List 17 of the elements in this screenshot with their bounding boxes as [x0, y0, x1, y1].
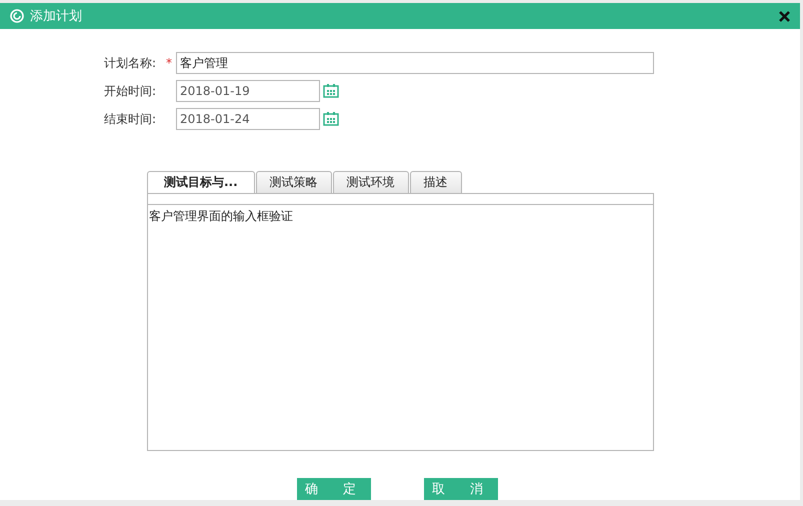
field-label: 计划名称:: [104, 54, 158, 72]
required-mark: *: [166, 56, 173, 70]
tab[interactable]: 测试策略: [256, 171, 332, 194]
swirl-logo-icon: [10, 9, 24, 23]
tab[interactable]: 描述: [410, 171, 462, 194]
date-field[interactable]: 2018-01-24: [176, 108, 320, 130]
content-field[interactable]: 客户管理界面的输入框验证: [147, 204, 654, 451]
name-field[interactable]: 客户管理: [176, 52, 654, 74]
calendar-icon[interactable]: [323, 112, 339, 126]
field-label: 结束时间:: [104, 110, 158, 128]
calendar-icon[interactable]: [323, 84, 339, 98]
field-label: 开始时间:: [104, 82, 158, 100]
window-title: 添加计划: [30, 8, 83, 25]
close-icon[interactable]: [779, 10, 790, 22]
tab[interactable]: 测试环境: [332, 171, 409, 194]
date-field[interactable]: 2018-01-19: [176, 80, 320, 102]
tab[interactable]: 测试目标与...: [147, 171, 255, 194]
